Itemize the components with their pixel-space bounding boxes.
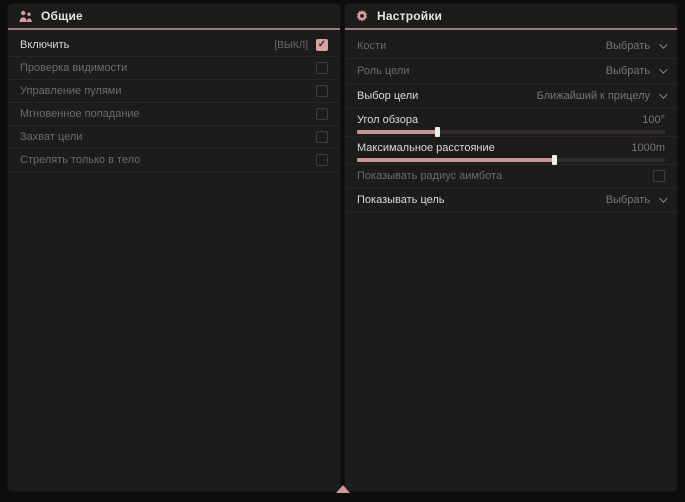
settings-row: Мгновенное попадание [8, 103, 340, 126]
dropdown-value: Выбрать [606, 65, 650, 77]
dropdown[interactable]: Выбрать [606, 194, 665, 206]
setting-label: Показывать цель [357, 194, 445, 206]
settings-row: Захват цели [8, 126, 340, 149]
row-controls [316, 62, 328, 74]
settings-row: Показывать цель Выбрать [345, 188, 677, 213]
setting-label: Выбор цели [357, 90, 418, 102]
users-icon [18, 10, 33, 23]
checkbox[interactable] [316, 62, 328, 74]
dropdown[interactable]: Ближайший к прицелу [537, 90, 665, 102]
row-controls [653, 170, 665, 182]
chevron-down-icon [659, 65, 667, 73]
scroll-up-indicator-icon[interactable] [336, 485, 350, 493]
setting-label: Роль цели [357, 65, 409, 77]
setting-label: Стрелять только в тело [20, 154, 140, 166]
slider-value: 100° [642, 114, 665, 126]
setting-label: Угол обзора [357, 114, 418, 126]
slider-thumb[interactable] [435, 127, 440, 137]
panel-general-body: Включить [ВЫКЛ] ✓ Проверка видимости Управле… [8, 30, 340, 172]
slider-track[interactable] [357, 130, 665, 134]
gear-icon [355, 9, 369, 23]
settings-row: Кости Выбрать [345, 34, 677, 59]
chevron-down-icon [659, 194, 667, 202]
dropdown-value: Ближайший к прицелу [537, 90, 650, 102]
setting-label: Мгновенное попадание [20, 108, 140, 120]
panel-settings: Настройки Кости Выбрать Роль цели Выбрать Вы… [345, 4, 677, 491]
settings-row: Максимальное расстояние 1000m [345, 137, 677, 165]
settings-row: Показывать радиус аимбота [345, 165, 677, 188]
setting-label: Кости [357, 40, 386, 52]
dropdown[interactable]: Выбрать [606, 65, 665, 77]
chevron-down-icon [659, 90, 667, 98]
panel-settings-header: Настройки [345, 4, 677, 30]
checkbox[interactable] [316, 108, 328, 120]
slider-value: 1000m [631, 142, 665, 154]
setting-label: Захват цели [20, 131, 82, 143]
dropdown[interactable]: Выбрать [606, 40, 665, 52]
settings-row: Управление пулями [8, 80, 340, 103]
settings-row: Включить [ВЫКЛ] ✓ [8, 34, 340, 57]
dropdown-value: Выбрать [606, 194, 650, 206]
setting-label: Включить [20, 39, 69, 51]
panel-title: Настройки [377, 9, 442, 23]
settings-row: Угол обзора 100° [345, 109, 677, 137]
slider-row-top: Максимальное расстояние 1000m [357, 140, 665, 155]
slider-fill [357, 158, 554, 162]
setting-label: Проверка видимости [20, 62, 127, 74]
checkbox[interactable]: ✓ [316, 39, 328, 51]
setting-label: Управление пулями [20, 85, 122, 97]
row-controls: [ВЫКЛ] ✓ [275, 39, 328, 51]
row-controls [316, 108, 328, 120]
row-controls: Ближайший к прицелу [537, 90, 665, 102]
row-controls: Выбрать [606, 194, 665, 206]
row-controls: Выбрать [606, 65, 665, 77]
chevron-down-icon [659, 40, 667, 48]
checkbox[interactable] [316, 154, 328, 166]
slider-thumb[interactable] [552, 155, 557, 165]
checkbox[interactable] [316, 131, 328, 143]
checkbox[interactable] [316, 85, 328, 97]
slider-track[interactable] [357, 158, 665, 162]
row-controls [316, 85, 328, 97]
panel-general-header: Общие [8, 4, 340, 30]
hotkey-state-label: [ВЫКЛ] [275, 40, 308, 51]
panel-title: Общие [41, 9, 83, 23]
setting-label: Показывать радиус аимбота [357, 170, 502, 182]
slider-row-top: Угол обзора 100° [357, 112, 665, 127]
settings-row: Роль цели Выбрать [345, 59, 677, 84]
settings-row: Выбор цели Ближайший к прицелу [345, 84, 677, 109]
panel-general: Общие Включить [ВЫКЛ] ✓ Проверка видимости У… [8, 4, 340, 491]
settings-row: Стрелять только в тело [8, 149, 340, 172]
row-controls [316, 154, 328, 166]
dropdown-value: Выбрать [606, 40, 650, 52]
checkbox[interactable] [653, 170, 665, 182]
row-controls [316, 131, 328, 143]
slider-fill [357, 130, 437, 134]
settings-row: Проверка видимости [8, 57, 340, 80]
panel-settings-body: Кости Выбрать Роль цели Выбрать Выбор цели Бл… [345, 30, 677, 213]
row-controls: Выбрать [606, 40, 665, 52]
setting-label: Максимальное расстояние [357, 142, 495, 154]
